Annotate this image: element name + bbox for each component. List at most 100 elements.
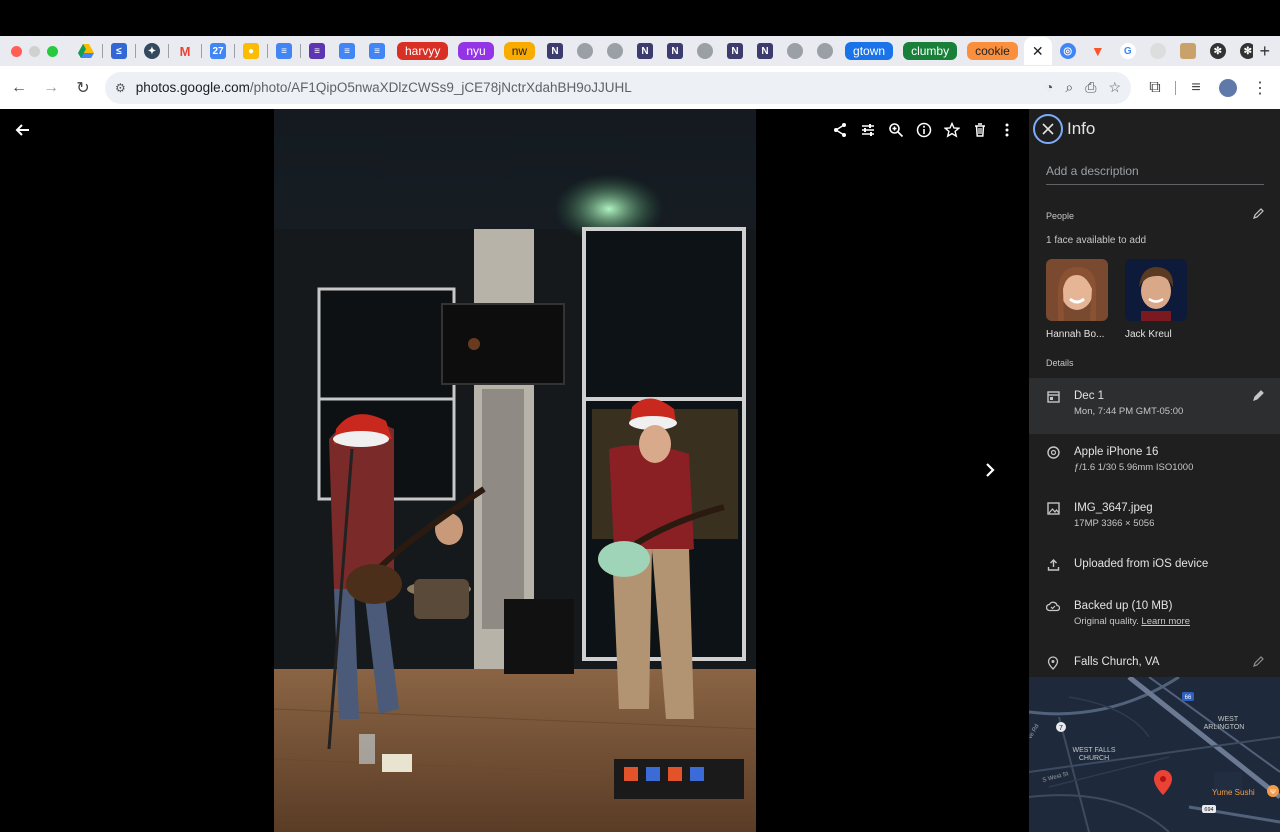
docs-tab-icon[interactable]: ≡	[339, 43, 355, 59]
close-info-button[interactable]	[1033, 114, 1063, 144]
camera-aperture-icon	[1046, 446, 1060, 462]
profile-avatar[interactable]	[1212, 72, 1244, 104]
docs-tab-icon[interactable]: ≡	[276, 43, 292, 59]
favorite-star-icon[interactable]	[940, 118, 964, 142]
calendar-tab-icon[interactable]: 27	[210, 43, 226, 59]
zoom-icon[interactable]: ⌕	[1065, 79, 1073, 96]
share-icon[interactable]	[828, 118, 852, 142]
globe-tab-icon[interactable]	[817, 43, 834, 59]
photos-tab-icon[interactable]: ◎	[1059, 43, 1076, 59]
bookmark-star-icon[interactable]: ☆	[1108, 79, 1121, 96]
google-tab-icon[interactable]: G	[1119, 43, 1136, 59]
openai-tab-icon[interactable]: ✻	[1239, 43, 1254, 59]
docs-tab-icon[interactable]: ≡	[369, 43, 385, 59]
tab-group-nw[interactable]: nw	[503, 42, 536, 60]
svg-text:Ψ: Ψ	[1270, 789, 1276, 796]
file-main: IMG_3647.jpeg	[1074, 502, 1153, 514]
edit-location-pencil-icon[interactable]	[1252, 656, 1264, 671]
tab-group-clumby[interactable]: clumby	[903, 42, 958, 60]
delete-trash-icon[interactable]	[968, 118, 992, 142]
photo-viewer	[0, 109, 1029, 832]
info-panel-header: Info	[1029, 109, 1280, 149]
edit-people-pencil-icon[interactable]	[1252, 207, 1264, 225]
info-icon[interactable]	[912, 118, 936, 142]
notion-tab-icon[interactable]: N	[757, 43, 774, 59]
performance-icon[interactable]: ◔	[1045, 79, 1053, 96]
browser-toolbar: ← → ↻ ⚙ photos.google.com/photo/AF1QipO5…	[0, 66, 1280, 109]
file-sub: 17MP 3366 × 5056	[1074, 518, 1155, 529]
people-list: Hannah Bo... Jack Kreul	[1046, 259, 1280, 340]
notion-tab-icon[interactable]: N	[667, 43, 684, 59]
globe-tab-icon[interactable]	[787, 43, 804, 59]
globe-tab-icon[interactable]	[607, 43, 624, 59]
date-text: Dec 1 Mon, 7:44 PM GMT-05:00	[1074, 378, 1252, 417]
more-options-icon[interactable]	[995, 118, 1019, 142]
person-hannah[interactable]: Hannah Bo...	[1046, 259, 1108, 340]
drive-tab-icon[interactable]	[78, 43, 94, 59]
tab-group-harvyy[interactable]: harvyy	[397, 42, 449, 60]
cloud-done-icon	[1045, 600, 1061, 615]
face-thumbnail	[1046, 259, 1108, 321]
keep-tab-icon[interactable]: ●	[243, 43, 259, 59]
menu-icon[interactable]: ⋮	[1244, 72, 1276, 104]
zoom-in-icon[interactable]	[884, 118, 908, 142]
site-settings-icon[interactable]: ⚙	[115, 81, 126, 95]
minimize-window-button[interactable]	[29, 45, 40, 57]
notion-tab-icon[interactable]: N	[727, 43, 744, 59]
camera-sub: ƒ/1.6 1/30 5.96mm ISO1000	[1074, 462, 1194, 473]
info-panel-title: Info	[1067, 119, 1096, 138]
date-sub: Mon, 7:44 PM GMT-05:00	[1074, 406, 1184, 417]
person-name: Hannah Bo...	[1046, 329, 1105, 340]
learn-more-link[interactable]: Learn more	[1141, 616, 1190, 627]
app-tab-icon[interactable]: ≤	[111, 43, 127, 59]
forms-tab-icon[interactable]: ≡	[309, 43, 325, 59]
date-row[interactable]: Dec 1 Mon, 7:44 PM GMT-05:00	[1029, 378, 1280, 434]
globe-tab-icon[interactable]	[577, 43, 594, 59]
active-tab-close-button[interactable]: ✕	[1023, 37, 1052, 65]
zoom-window-button[interactable]	[47, 45, 58, 57]
tab-group-cookie[interactable]: cookie	[967, 42, 1018, 60]
edit-date-pencil-icon[interactable]	[1252, 390, 1264, 405]
url-text: photos.google.com/photo/AF1QipO5nwaXDlzC…	[136, 80, 632, 95]
map-label-church: CHURCH	[1079, 755, 1109, 762]
upload-text: Uploaded from iOS device	[1074, 546, 1264, 570]
back-arrow-icon[interactable]	[10, 118, 34, 142]
omnibox-actions: ◔ ⌕ ⎙ ☆	[1045, 79, 1121, 96]
close-window-button[interactable]	[11, 45, 22, 57]
tab-group-nyu[interactable]: nyu	[458, 42, 494, 60]
tab-group-gtown[interactable]: gtown	[845, 42, 894, 60]
map-poi-yume-sushi: Yume Sushi	[1212, 788, 1255, 797]
faces-available-note[interactable]: 1 face available to add	[1046, 235, 1280, 246]
description-field[interactable]: Add a description	[1046, 164, 1264, 185]
edit-adjust-icon[interactable]	[856, 118, 880, 142]
calendar-icon	[1046, 390, 1060, 406]
upload-icon	[1046, 558, 1060, 574]
person-jack[interactable]: Jack Kreul	[1125, 259, 1187, 340]
location-map[interactable]: 7 66 694 WEST ARLINGTON WEST FALLS CHURC…	[1029, 677, 1280, 832]
globe-tab-icon[interactable]	[697, 43, 714, 59]
forward-icon[interactable]: →	[35, 72, 67, 104]
new-tab-button[interactable]: +	[1259, 41, 1270, 62]
install-icon[interactable]: ⎙	[1085, 79, 1096, 96]
lens-icon[interactable]: ⧉	[1139, 72, 1171, 104]
backup-sub: Original quality. Learn more	[1074, 616, 1264, 627]
map-label-west: WEST	[1218, 716, 1239, 723]
next-photo-chevron-icon[interactable]	[978, 458, 1002, 482]
compass-tab-icon[interactable]: ✦	[144, 43, 160, 59]
reload-icon[interactable]: ↻	[67, 72, 99, 104]
photo	[274, 109, 756, 832]
media-controls-icon[interactable]: ≡	[1180, 72, 1212, 104]
notion-tab-icon[interactable]: N	[547, 43, 564, 59]
route-694-shield: 694	[1204, 807, 1213, 813]
address-bar[interactable]: ⚙ photos.google.com/photo/AF1QipO5nwaXDl…	[105, 71, 1131, 104]
brave-tab-icon[interactable]: ▼	[1090, 43, 1106, 59]
map-label-west-falls: WEST FALLS	[1072, 747, 1115, 754]
blank-tab-icon[interactable]	[1149, 43, 1166, 59]
avatar-tab-icon[interactable]	[1179, 43, 1196, 59]
notion-tab-icon[interactable]: N	[637, 43, 654, 59]
location-main: Falls Church, VA	[1074, 656, 1160, 668]
openai-tab-icon[interactable]: ✻	[1209, 43, 1226, 59]
gmail-tab-icon[interactable]: M	[177, 43, 193, 59]
back-icon[interactable]: ←	[3, 72, 35, 104]
info-panel: Info Add a description People 1 face ava…	[1029, 109, 1280, 832]
